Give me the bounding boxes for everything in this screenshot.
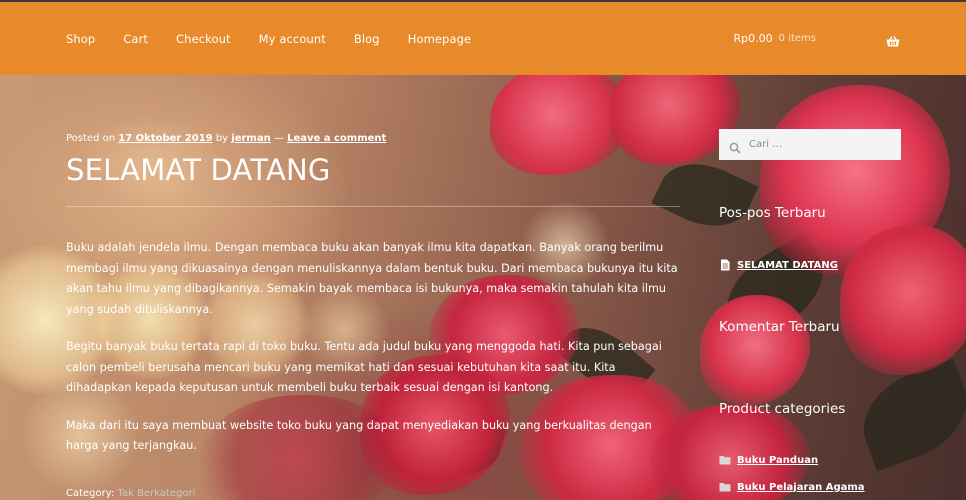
- category-link[interactable]: Tak Berkategori: [118, 488, 196, 499]
- recent-post-item[interactable]: SELAMAT DATANG: [719, 259, 838, 271]
- nav-blog[interactable]: Blog: [354, 32, 380, 46]
- nav-my-account[interactable]: My account: [259, 32, 326, 46]
- leave-comment-link[interactable]: Leave a comment: [287, 133, 386, 144]
- post-title[interactable]: SELAMAT DATANG: [66, 153, 331, 187]
- product-category-item[interactable]: Buku Panduan: [719, 454, 818, 466]
- post-content: Buku adalah jendela ilmu. Dengan membaca…: [66, 238, 680, 474]
- by-label: by: [215, 133, 229, 144]
- product-categories-title: Product categories: [719, 401, 846, 417]
- post-category: Category: Tak Berkategori: [66, 488, 195, 499]
- recent-posts-title: Pos-pos Terbaru: [719, 205, 826, 221]
- search-box: [719, 129, 901, 160]
- cart-count[interactable]: 0 items: [779, 33, 816, 44]
- post-paragraph: Begitu banyak buku tertata rapi di toko …: [66, 340, 662, 394]
- primary-nav: Shop Cart Checkout My account Blog Homep…: [66, 2, 499, 75]
- cart-amount[interactable]: Rp0.00: [734, 32, 773, 45]
- post-paragraph: Maka dari itu saya membuat website toko …: [66, 418, 652, 453]
- posted-on-label: Posted on: [66, 133, 116, 144]
- nav-cart[interactable]: Cart: [123, 32, 148, 46]
- nav-checkout[interactable]: Checkout: [176, 32, 231, 46]
- title-divider: [66, 206, 680, 207]
- meta-dash: —: [273, 133, 284, 144]
- post-date-link[interactable]: 17 Oktober 2019: [118, 133, 212, 144]
- product-category-link[interactable]: Buku Pelajaran Agama: [737, 482, 865, 493]
- recent-comments-title: Komentar Terbaru: [719, 319, 840, 335]
- nav-homepage[interactable]: Homepage: [408, 32, 471, 46]
- folder-icon: [719, 454, 731, 466]
- site-header: Shop Cart Checkout My account Blog Homep…: [0, 0, 966, 75]
- nav-shop[interactable]: Shop: [66, 32, 95, 46]
- search-icon: [729, 139, 741, 154]
- recent-post-link[interactable]: SELAMAT DATANG: [737, 260, 838, 271]
- post-paragraph: Buku adalah jendela ilmu. Dengan membaca…: [66, 241, 678, 316]
- basket-icon[interactable]: [886, 33, 900, 46]
- post-author-link[interactable]: jerman: [231, 133, 270, 144]
- search-input[interactable]: [749, 139, 889, 150]
- document-icon: [719, 259, 731, 271]
- post-meta: Posted on 17 Oktober 2019 by jerman — Le…: [66, 133, 386, 144]
- product-category-item[interactable]: Buku Pelajaran Agama: [719, 481, 865, 493]
- folder-icon: [719, 481, 731, 493]
- header-cart[interactable]: Rp0.00 0 items: [734, 2, 900, 75]
- category-label: Category:: [66, 488, 115, 499]
- product-category-link[interactable]: Buku Panduan: [737, 455, 818, 466]
